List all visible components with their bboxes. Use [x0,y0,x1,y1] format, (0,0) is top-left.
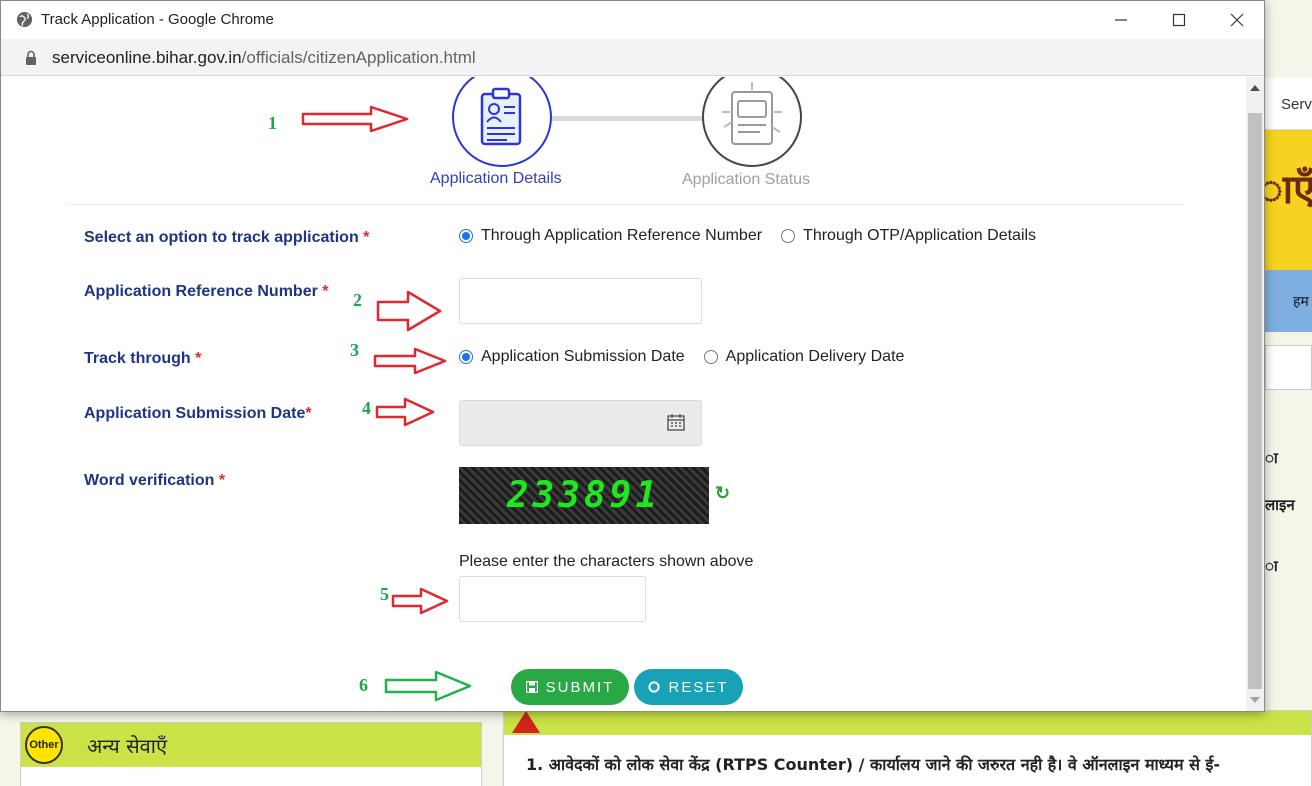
annotation-arrow-5 [391,587,449,615]
reference-number-input[interactable] [459,278,702,324]
scrollbar-thumb[interactable] [1248,113,1262,689]
bg-banner: ाएँ [1259,130,1312,270]
track-option-label: Select an option to track application * [84,229,370,246]
bg-top-nav: Servi [1265,78,1312,130]
page-viewport: Application Details Application Status S… [9,77,1245,711]
step-label-status[interactable]: Application Status [682,171,810,189]
notice-line: 1. आवेदकों को लोक सेवा केंद्र (RTPS Coun… [526,755,1220,774]
radio-delivery-date-label[interactable]: Application Delivery Date [726,348,905,366]
window-title: Track Application - Google Chrome [41,11,274,28]
clipboard-form-icon [480,87,522,146]
submission-date-label: Application Submission Date* [84,405,312,422]
annotation-arrow-1 [301,105,409,133]
bg-top-nav-text: Servi [1281,96,1312,113]
bg-right-text-1: ा [1265,449,1278,467]
reference-number-label: Application Reference Number * [84,283,329,300]
lock-icon [26,50,36,65]
annotation-4: 4 [362,398,371,418]
reset-button[interactable]: RESET [634,669,743,705]
globe-icon [16,11,33,28]
submit-button[interactable]: SUBMIT [511,669,629,705]
other-services-panel: Other अन्य सेवाएँ [20,722,482,786]
minimize-icon [1115,19,1127,21]
radio-otp-details[interactable] [781,229,796,243]
url-path: /officials/citizenApplication.html [241,48,476,67]
maximize-button[interactable] [1150,1,1208,39]
url-domain: serviceonline.bihar.gov.in [52,48,242,67]
step-label-details[interactable]: Application Details [430,170,562,188]
bg-blue-strip-right: हम [1265,270,1312,332]
vertical-scrollbar[interactable] [1246,77,1264,711]
word-verification-label: Word verification * [84,472,226,489]
scroll-up-arrow-icon[interactable] [1250,85,1260,91]
other-services-title: अन्य सेवाएँ [87,733,168,758]
annotation-5: 5 [380,584,389,604]
annotation-arrow-2 [376,290,442,332]
annotation-2: 2 [353,290,362,310]
bg-blue-text: हम [1293,293,1309,309]
close-icon [1230,13,1244,27]
reset-label: RESET [668,678,729,696]
radio-delivery-date[interactable] [703,350,718,364]
captcha-hint: Please enter the characters shown above [459,553,754,570]
captcha-input[interactable] [459,576,646,622]
step-connector [552,116,704,121]
bg-search-box[interactable] [1265,345,1312,390]
other-badge-icon: Other [25,726,63,764]
track-option-group: Through Application Reference Number Thr… [459,227,1036,245]
submission-date-input[interactable] [459,400,702,446]
divider [66,204,1184,205]
maximize-icon [1172,13,1186,27]
address-bar[interactable]: serviceonline.bihar.gov.in/officials/cit… [1,39,1264,76]
annotation-3: 3 [350,340,359,360]
refresh-captcha-icon[interactable]: ↻ [715,483,730,504]
annotation-arrow-6 [384,670,472,702]
radio-submission-date-label[interactable]: Application Submission Date [481,348,685,366]
status-document-icon [722,82,782,145]
radio-otp-details-label[interactable]: Through OTP/Application Details [803,227,1036,245]
annotation-arrow-4 [375,397,435,427]
step-application-details[interactable] [452,77,552,167]
captcha-text: 233891 [506,475,662,516]
close-button[interactable] [1208,1,1266,39]
bg-right-text-2: लाइन [1265,496,1295,514]
captcha-image: 233891 [459,467,709,524]
submit-label: SUBMIT [545,678,615,696]
notice-header [504,711,1311,735]
step-application-status[interactable] [702,77,802,167]
radio-submission-date[interactable] [459,350,473,364]
warning-icon [512,711,540,733]
annotation-6: 6 [359,675,368,695]
url-text: serviceonline.bihar.gov.in/officials/cit… [52,48,476,68]
radio-reference-number-label[interactable]: Through Application Reference Number [481,227,762,245]
bg-right-text-3: ा [1265,557,1278,575]
save-icon [525,681,538,693]
annotation-arrow-3 [373,347,447,375]
calendar-icon[interactable] [667,413,685,431]
radio-reference-number[interactable] [459,229,473,243]
annotation-1: 1 [268,113,277,133]
reset-icon [648,681,661,693]
other-services-header: Other अन्य सेवाएँ [21,723,481,767]
track-through-label: Track through * [84,350,202,367]
bg-banner-text: ाएँ [1259,167,1312,213]
title-bar: Track Application - Google Chrome [1,1,1264,39]
notice-panel: 1. आवेदकों को लोक सेवा केंद्र (RTPS Coun… [503,710,1312,786]
minimize-button[interactable] [1092,1,1150,39]
scroll-down-arrow-icon[interactable] [1250,697,1260,703]
chrome-popup-window: Track Application - Google Chrome servic… [0,0,1265,712]
track-through-group: Application Submission Date Application … [459,348,904,366]
